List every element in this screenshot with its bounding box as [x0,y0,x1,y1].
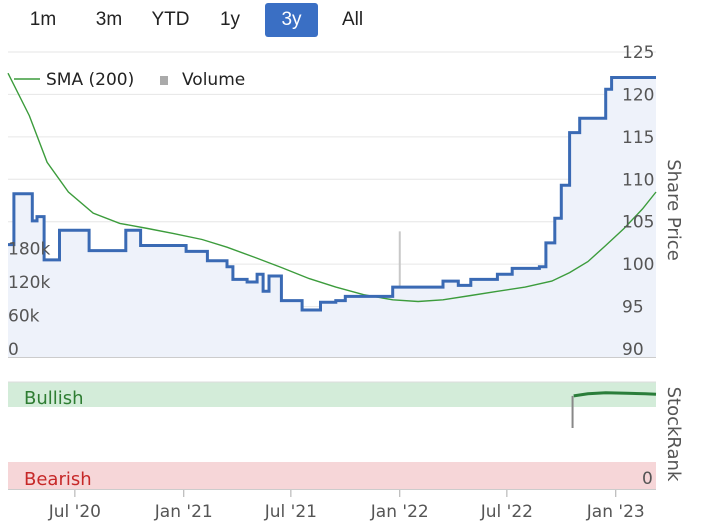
price-tick-label: 100 [622,255,654,275]
bullish-label: Bullish [24,388,84,409]
bearish-band [8,462,656,489]
price-tick-label: 115 [622,128,654,148]
volume-tick-label: 0 [8,340,19,360]
price-axis-title: Share Price [663,159,684,261]
price-tick-label: 120 [622,85,654,105]
x-tick-label: Jul '20 [48,502,101,522]
price-tick-label: 125 [622,43,654,63]
price-tick-label: 105 [622,213,654,233]
x-tick-label: Jul '21 [264,502,317,522]
bearish-label: Bearish [24,469,92,490]
price-tick-label: 110 [622,170,654,190]
x-tick-label: Jul '22 [480,502,533,522]
stockrank-panel: Bullish Bearish 0 StockRank [8,381,684,490]
x-axis: Jul '20 Jan '21 Jul '21 Jan '22 Jul '22 Jan '… [48,490,645,522]
volume-tick-label: 120k [8,273,50,293]
bullish-band [8,382,656,407]
x-tick-label: Jan '22 [370,502,429,522]
x-tick-label: Jan '23 [586,502,645,522]
legend-sma-label: SMA (200) [46,70,134,90]
stock-chart: 90 95 100 105 110 115 120 125 Share Price 0 60k 12… [7,43,684,522]
x-tick-label: Jan '21 [154,502,213,522]
volume-tick-label: 60k [8,307,40,327]
legend: SMA (200) Volume [14,70,245,90]
legend-volume-swatch [160,76,168,85]
stockrank-tick-label: 0 [642,469,653,489]
legend-volume-label: Volume [182,70,245,90]
price-tick-label: 95 [622,298,644,318]
stockrank-axis-title: StockRank [663,387,684,482]
price-tick-label: 90 [622,340,644,360]
volume-tick-label: 180k [8,240,50,260]
